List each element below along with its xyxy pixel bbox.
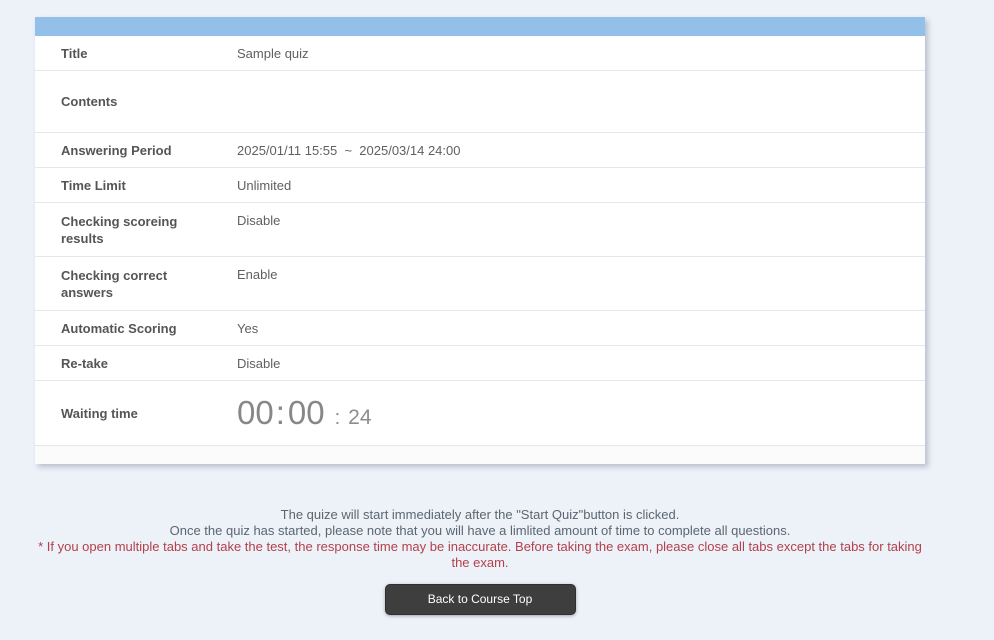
row-label: Time Limit bbox=[61, 177, 126, 193]
timer-colon: : bbox=[334, 407, 341, 429]
row-label: Re-take bbox=[61, 355, 108, 371]
row-value: Enable bbox=[237, 267, 278, 282]
quiz-info-page: Title Sample quiz Contents Answering Per… bbox=[35, 17, 925, 615]
row-retake: Re-take Disable bbox=[35, 346, 925, 381]
button-row: Back to Course Top bbox=[35, 584, 925, 615]
row-label: Automatic Scoring bbox=[61, 320, 177, 336]
quiz-info-panel: Title Sample quiz Contents Answering Per… bbox=[35, 17, 925, 464]
timer-hours: 00 bbox=[237, 394, 274, 431]
row-value: Unlimited bbox=[237, 177, 292, 193]
row-value: Disable bbox=[237, 213, 281, 228]
waiting-time-timer: 00 : 00 : 24 bbox=[237, 395, 372, 431]
note-multiple-tabs-warning: * If you open multiple tabs and take the… bbox=[38, 539, 922, 570]
row-answering-period: Answering Period 2025/01/11 15:55 ~ 2025… bbox=[35, 133, 925, 168]
row-value: Disable bbox=[237, 355, 281, 371]
row-label: Contents bbox=[61, 94, 118, 109]
row-label: Checking scoreing results bbox=[61, 213, 178, 246]
row-label: Title bbox=[61, 45, 88, 61]
panel-header-bar bbox=[35, 17, 925, 36]
timer-minutes: 00 bbox=[287, 394, 325, 431]
panel-footer-strip bbox=[35, 446, 925, 464]
row-value: Yes bbox=[237, 320, 259, 336]
row-value: 2025/01/11 15:55 ~ 2025/03/14 24:00 bbox=[237, 142, 461, 158]
row-time-limit: Time Limit Unlimited bbox=[35, 168, 925, 203]
row-label: Checking correct answers bbox=[61, 267, 168, 300]
row-label: Answering Period bbox=[61, 142, 172, 158]
timer-seconds: 24 bbox=[348, 406, 372, 429]
row-label: Waiting time bbox=[61, 405, 138, 421]
footer-notes: The quize will start immediately after t… bbox=[35, 507, 925, 571]
row-checking-correct-answers: Checking correct answers Enable bbox=[35, 257, 925, 311]
row-contents: Contents bbox=[35, 71, 925, 133]
back-to-course-top-button[interactable]: Back to Course Top bbox=[384, 584, 576, 615]
timer-colon: : bbox=[275, 394, 285, 431]
row-automatic-scoring: Automatic Scoring Yes bbox=[35, 311, 925, 346]
row-checking-scoring-results: Checking scoreing results Disable bbox=[35, 203, 925, 257]
row-waiting-time: Waiting time 00 : 00 : 24 bbox=[35, 381, 925, 446]
note-time-limit-info: Once the quiz has started, please note t… bbox=[169, 523, 791, 538]
note-start-info: The quize will start immediately after t… bbox=[280, 507, 680, 522]
row-title: Title Sample quiz bbox=[35, 36, 925, 71]
row-value: Sample quiz bbox=[237, 45, 309, 61]
